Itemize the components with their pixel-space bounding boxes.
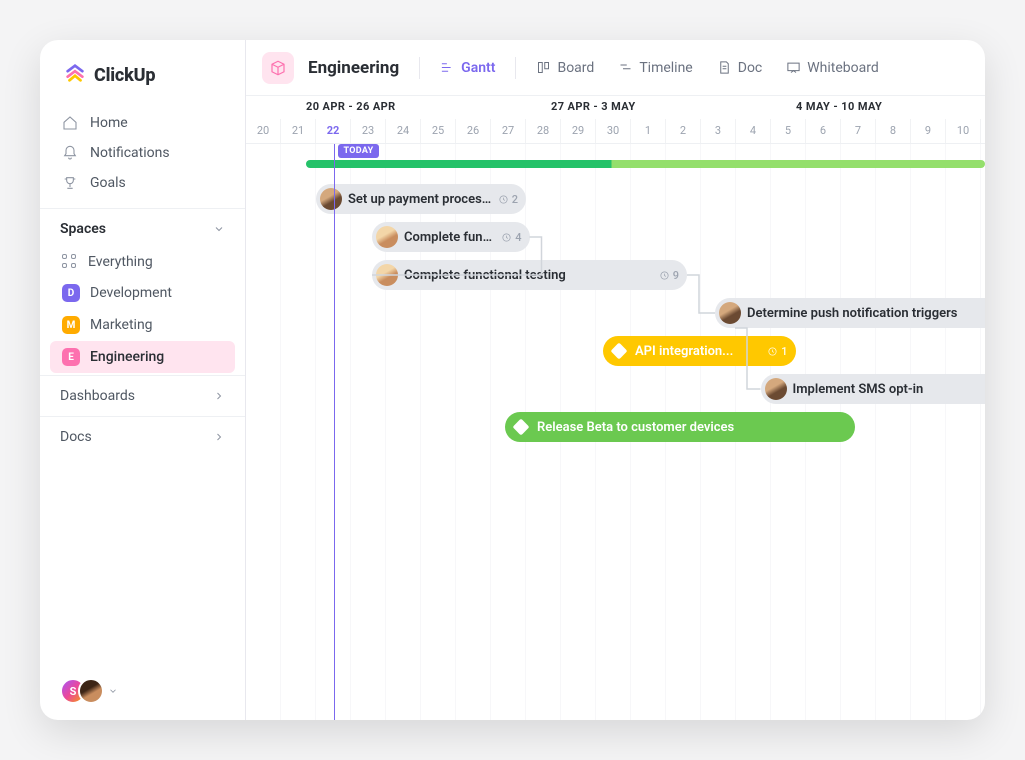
main-panel: Engineering Gantt Board Timeline Doc [246,40,985,720]
today-line [334,144,336,720]
day-cell[interactable]: 10 [946,119,981,143]
day-cell[interactable]: 2 [666,119,701,143]
divider [515,57,516,79]
gantt-timeline[interactable]: 20 APR - 26 APR 27 APR - 3 MAY 4 MAY - 10 … [246,96,985,720]
topbar: Engineering Gantt Board Timeline Doc [246,40,985,96]
trophy-icon [62,175,78,191]
space-development[interactable]: D Development [50,277,235,309]
timeline-icon [618,60,633,75]
board-icon [536,60,551,75]
clickup-logo-icon [64,62,86,88]
project-progress-bar[interactable] [306,160,986,168]
nav-home[interactable]: Home [50,108,235,138]
day-cell[interactable]: 29 [561,119,596,143]
nav-label: Goals [90,175,126,191]
app-window: ClickUp Home Notifications Goals Spaces [40,40,985,720]
footer-avatars[interactable]: S [40,662,245,720]
space-badge: E [62,348,80,366]
day-cell[interactable]: 23 [351,119,386,143]
week-label: 20 APR - 26 APR [306,100,396,113]
page-title: Engineering [308,58,399,78]
day-cell[interactable]: 26 [456,119,491,143]
view-board[interactable]: Board [526,54,604,82]
nav-goals[interactable]: Goals [50,168,235,198]
week-label: 27 APR - 3 MAY [551,100,636,113]
space-label: Everything [88,254,153,270]
home-icon [62,115,78,131]
bell-icon [62,145,78,161]
section-title: Spaces [60,221,106,237]
day-cell[interactable]: 8 [876,119,911,143]
day-cell[interactable]: 20 [246,119,281,143]
logo[interactable]: ClickUp [40,40,245,106]
day-cell[interactable]: 27 [491,119,526,143]
spaces-section-header[interactable]: Spaces [40,208,245,245]
day-cell[interactable]: 22 [316,119,351,143]
day-cell[interactable]: 11 [981,119,985,143]
space-engineering[interactable]: E Engineering [50,341,235,373]
day-cell[interactable]: 1 [631,119,666,143]
timeline-header: 20 APR - 26 APR 27 APR - 3 MAY 4 MAY - 10 … [246,96,985,144]
view-label: Board [557,60,594,76]
gantt-icon [440,60,455,75]
day-cell[interactable]: 25 [421,119,456,143]
space-cube-icon [262,52,294,84]
view-whiteboard[interactable]: Whiteboard [776,54,889,82]
chevron-down-icon [213,223,225,235]
day-cell[interactable]: 6 [806,119,841,143]
day-cell[interactable]: 21 [281,119,316,143]
spaces-list: Everything D Development M Marketing E E… [40,245,245,375]
view-gantt[interactable]: Gantt [430,54,505,82]
space-label: Development [90,285,172,301]
view-label: Doc [738,60,763,76]
nav-docs[interactable]: Docs [40,416,245,457]
space-everything[interactable]: Everything [50,247,235,277]
primary-nav: Home Notifications Goals [40,106,245,200]
day-cell[interactable]: 4 [736,119,771,143]
sidebar: ClickUp Home Notifications Goals Spaces [40,40,246,720]
week-label: 4 MAY - 10 MAY [796,100,882,113]
day-cell[interactable]: 3 [701,119,736,143]
nav-notifications[interactable]: Notifications [50,138,235,168]
nav-dashboards[interactable]: Dashboards [40,375,245,416]
task-connectors [246,184,985,584]
day-cell[interactable]: 28 [526,119,561,143]
space-marketing[interactable]: M Marketing [50,309,235,341]
doc-icon [717,60,732,75]
view-label: Gantt [461,60,495,76]
nav-label: Notifications [90,145,170,161]
day-cell[interactable]: 9 [911,119,946,143]
chevron-right-icon [213,431,225,443]
space-label: Marketing [90,317,153,333]
divider [419,57,420,79]
view-label: Timeline [639,60,692,76]
section-title: Docs [60,429,92,445]
view-label: Whiteboard [807,60,879,76]
space-label: Engineering [90,349,164,365]
whiteboard-icon [786,60,801,75]
everything-icon [62,254,78,270]
chevron-right-icon [213,390,225,402]
space-badge: D [62,284,80,302]
logo-text: ClickUp [94,65,155,86]
day-cell[interactable]: 30 [596,119,631,143]
view-doc[interactable]: Doc [707,54,773,82]
section-title: Dashboards [60,388,135,404]
day-cell[interactable]: 24 [386,119,421,143]
caret-down-icon [108,686,118,696]
view-timeline[interactable]: Timeline [608,54,702,82]
avatar [78,678,104,704]
nav-label: Home [90,115,128,131]
day-cell[interactable]: 7 [841,119,876,143]
today-badge: TODAY [338,144,380,158]
space-badge: M [62,316,80,334]
day-cell[interactable]: 5 [771,119,806,143]
